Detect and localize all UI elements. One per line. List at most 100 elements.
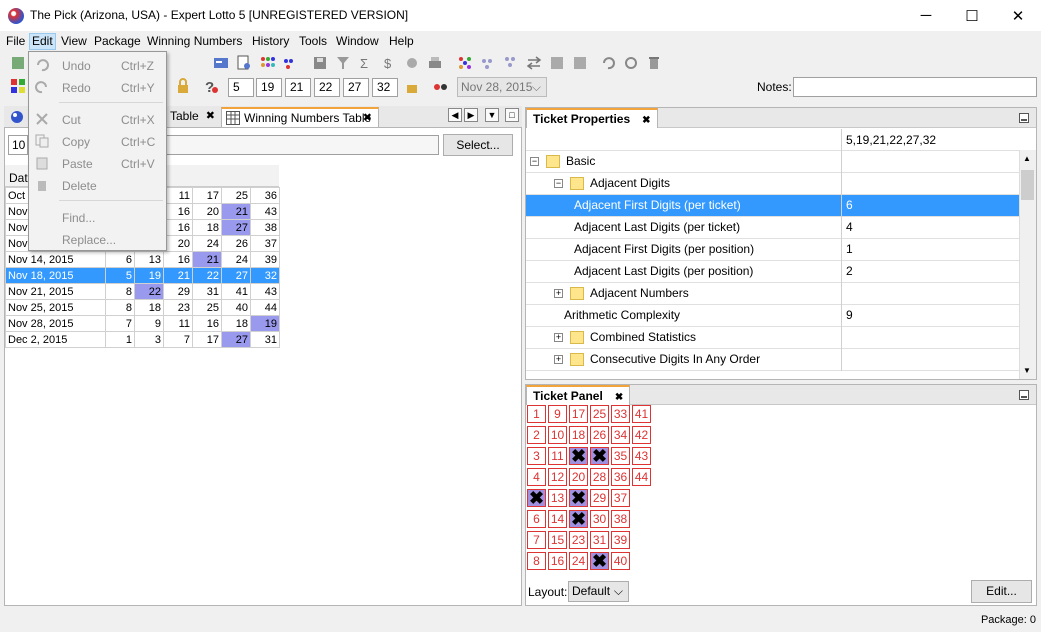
color-blocks-icon[interactable]	[10, 78, 26, 94]
menu-item-paste[interactable]: Paste	[62, 157, 93, 171]
maximize-button[interactable]: ☐	[949, 0, 995, 31]
ticket-cell-marked[interactable]: ✖	[527, 489, 546, 507]
tab-table[interactable]: Table ✖	[166, 107, 221, 127]
layout-combo[interactable]: Default ⌵	[568, 581, 629, 602]
menu-package[interactable]: Package	[92, 33, 143, 50]
menu-window[interactable]: Window	[334, 33, 381, 50]
property-row[interactable]: Adjacent Last Digits (per position) 2	[526, 261, 1019, 283]
ticket-cell[interactable]: 18	[569, 426, 588, 444]
close-icon[interactable]: ✖	[206, 107, 215, 126]
expander-icon[interactable]: −	[554, 179, 563, 188]
ticket-cell[interactable]: 35	[611, 447, 630, 465]
close-icon[interactable]: ✖	[363, 109, 372, 128]
table-row[interactable]: Dec 2, 2015 1 3 7 17 27 31	[5, 331, 280, 348]
property-row[interactable]: Adjacent First Digits (per ticket) 6	[526, 195, 1019, 217]
balls-icon[interactable]	[433, 78, 449, 94]
ticket-cell[interactable]: 8	[527, 552, 546, 570]
tab-winning-numbers-table[interactable]: Winning Numbers Table ✖	[221, 107, 379, 127]
dots-grid-icon[interactable]	[480, 55, 496, 71]
ticket-cell[interactable]: 9	[548, 405, 567, 423]
ticket-cell[interactable]: 43	[632, 447, 651, 465]
ticket-cell[interactable]: 31	[590, 531, 609, 549]
menu-edit[interactable]: Edit	[29, 33, 56, 50]
ticket-cell[interactable]: 16	[548, 552, 567, 570]
ticket-properties-tab[interactable]: Ticket Properties ✖	[526, 108, 658, 128]
ticket-cell[interactable]: 6	[527, 510, 546, 528]
menu-item-replace[interactable]: Replace...	[62, 233, 116, 247]
menu-item-undo[interactable]: Undo	[62, 59, 91, 73]
ticket-cell[interactable]: 42	[632, 426, 651, 444]
ticket-cell[interactable]: 2	[527, 426, 546, 444]
property-row[interactable]: Arithmetic Complexity 9	[526, 305, 1019, 327]
ticket-cell[interactable]: 7	[527, 531, 546, 549]
minimize-button[interactable]: ─	[903, 0, 949, 31]
notes-input[interactable]	[793, 77, 1037, 97]
unlock-icon[interactable]	[404, 78, 420, 94]
filter-input[interactable]	[160, 135, 439, 155]
table-row[interactable]: Nov 25, 2015 8 18 23 25 40 44	[5, 299, 280, 316]
menu-item-copy[interactable]: Copy	[62, 135, 90, 149]
ticket-cell[interactable]: 4	[527, 468, 546, 486]
menu-help[interactable]: Help	[387, 33, 416, 50]
ticket-cell[interactable]: 30	[590, 510, 609, 528]
ticket-cell[interactable]: 41	[632, 405, 651, 423]
lock-icon[interactable]	[175, 78, 191, 94]
menu-history[interactable]: History	[250, 33, 291, 50]
expander-icon[interactable]: −	[530, 157, 539, 166]
dots-icon[interactable]	[282, 55, 298, 71]
ticket-number-5[interactable]: 27	[343, 78, 369, 97]
property-row[interactable]: − Adjacent Digits	[526, 173, 1019, 195]
table-row[interactable]: Nov 18, 2015 5 19 21 22 27 32	[5, 267, 280, 284]
menu-file[interactable]: File	[4, 33, 27, 50]
draw-date-combo[interactable]: Nov 28, 2015 ⌵	[457, 77, 547, 97]
ticket-cell[interactable]: 15	[548, 531, 567, 549]
tab-scroll-right-button[interactable]: ▶	[464, 108, 478, 122]
ticket-cell[interactable]: 36	[611, 468, 630, 486]
expander-icon[interactable]: +	[554, 289, 563, 298]
close-icon[interactable]: ✖	[615, 392, 623, 403]
tab-list-button[interactable]: ▼	[485, 108, 499, 122]
ticket-cell[interactable]: 12	[548, 468, 567, 486]
dollar-icon[interactable]: $	[381, 55, 397, 71]
ticket-cell[interactable]: 10	[548, 426, 567, 444]
save-icon[interactable]	[312, 55, 328, 71]
ticket-panel-tab[interactable]: Ticket Panel ✖	[526, 385, 631, 405]
dots-alt-icon[interactable]	[503, 55, 519, 71]
menu-item-delete[interactable]: Delete	[62, 179, 97, 193]
print-icon[interactable]	[427, 55, 443, 71]
ticket-cell[interactable]: 23	[569, 531, 588, 549]
table-row[interactable]: Nov 21, 2015 8 22 29 31 41 43	[5, 283, 280, 300]
expander-icon[interactable]: +	[554, 355, 563, 364]
menu-item-cut[interactable]: Cut	[62, 113, 81, 127]
ticket-cell[interactable]: 38	[611, 510, 630, 528]
close-icon[interactable]: ✖	[642, 115, 650, 126]
document-search-icon[interactable]	[236, 55, 252, 71]
scroll-down-icon[interactable]: ▼	[1023, 366, 1031, 375]
trash-icon[interactable]	[646, 55, 662, 71]
scroll-up-icon[interactable]: ▲	[1023, 154, 1031, 163]
menu-tools[interactable]: Tools	[297, 33, 329, 50]
undo-icon[interactable]	[600, 55, 616, 71]
ticket-number-1[interactable]: 5	[228, 78, 254, 97]
sigma-icon[interactable]: Σ	[358, 55, 374, 71]
minimize-pane-icon[interactable]	[1019, 113, 1029, 123]
ticket-cell-marked[interactable]: ✖	[569, 489, 588, 507]
import-icon[interactable]	[549, 55, 565, 71]
ticket-cell[interactable]: 20	[569, 468, 588, 486]
ticket-cell[interactable]: 25	[590, 405, 609, 423]
property-row[interactable]: Adjacent First Digits (per position) 1	[526, 239, 1019, 261]
edit-layout-button[interactable]: Edit...	[971, 580, 1032, 603]
menu-winning-numbers[interactable]: Winning Numbers	[145, 33, 244, 50]
ticket-number-2[interactable]: 19	[256, 78, 282, 97]
ticket-cell[interactable]: 1	[527, 405, 546, 423]
menu-item-find[interactable]: Find...	[62, 211, 95, 225]
ticket-cell[interactable]: 29	[590, 489, 609, 507]
ticket-cell[interactable]: 39	[611, 531, 630, 549]
ticket-cell-marked[interactable]: ✖	[569, 447, 588, 465]
property-row[interactable]: + Consecutive Digits In Any Order	[526, 349, 1019, 371]
ticket-cell[interactable]: 14	[548, 510, 567, 528]
ticket-cell[interactable]: 24	[569, 552, 588, 570]
ticket-cell[interactable]: 34	[611, 426, 630, 444]
swap-icon[interactable]	[526, 55, 542, 71]
filter-icon[interactable]	[335, 55, 351, 71]
